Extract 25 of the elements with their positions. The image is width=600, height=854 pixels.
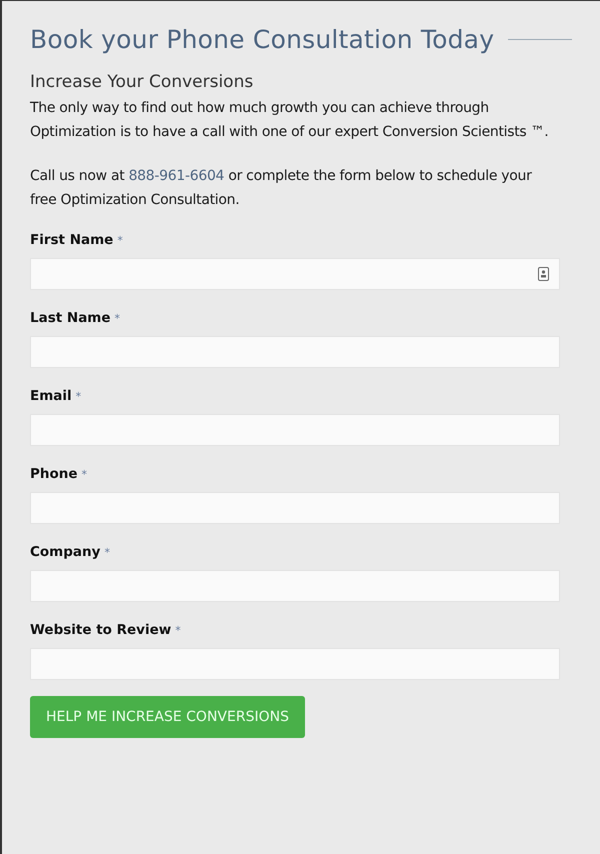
field-label: Email — [30, 388, 72, 404]
input-field[interactable] — [30, 414, 560, 446]
input-field[interactable] — [30, 570, 560, 602]
field-label: First Name — [30, 232, 114, 248]
input-field[interactable] — [30, 492, 560, 524]
required-mark: * — [82, 468, 88, 481]
required-mark: * — [175, 624, 181, 637]
field-label: Company — [30, 544, 100, 560]
required-mark: * — [117, 234, 123, 247]
input-field[interactable] — [30, 258, 560, 290]
submit-button[interactable]: HELP ME INCREASE CONVERSIONS — [30, 696, 305, 738]
input-field[interactable] — [30, 648, 560, 680]
field-label: Last Name — [30, 310, 111, 326]
field-label: Website to Review — [30, 622, 172, 638]
intro-paragraph: The only way to find out how much growth you can achieve through Optimization is to have a call with one of our expert Conversion Scientists ™. — [30, 99, 550, 142]
required-mark: * — [104, 546, 110, 559]
input-field[interactable] — [30, 336, 560, 368]
required-mark: * — [114, 312, 120, 325]
field-label: Phone — [30, 466, 78, 482]
call-paragraph: Call us now at 888-961-6604 or complete the form below to schedule your free Optimization Consultation. — [30, 167, 533, 210]
subtitle: Increase Your Conversions — [30, 72, 254, 92]
contact-card-icon[interactable] — [538, 267, 549, 281]
required-mark: * — [76, 390, 82, 403]
page-title: Book your Phone Consultation Today — [30, 25, 494, 54]
phone-link[interactable]: 888-961-6604 — [128, 168, 224, 184]
